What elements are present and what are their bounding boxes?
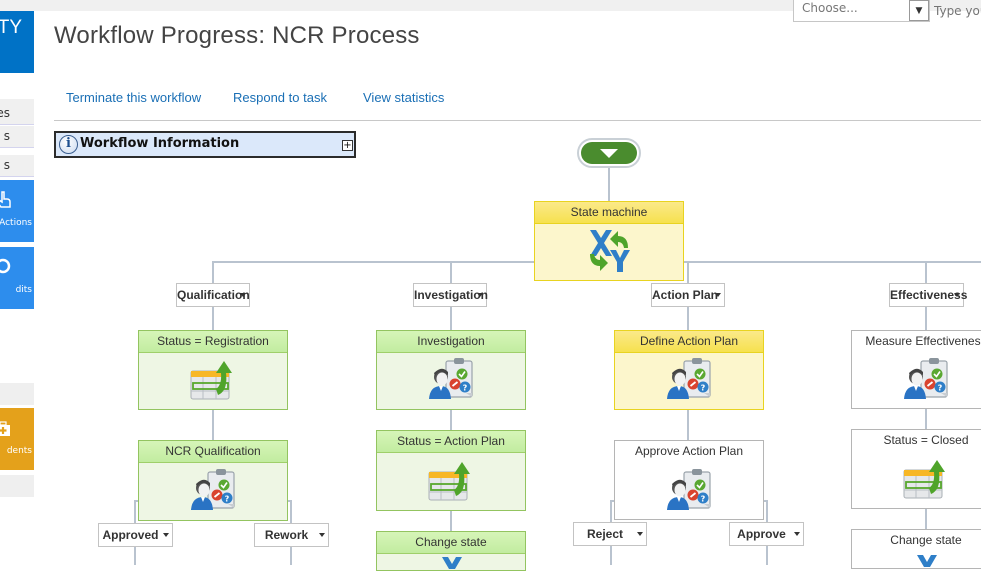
outcome-reject[interactable]: Reject (573, 522, 647, 546)
task-icon (426, 355, 476, 405)
node-title: Approve Action Plan (615, 441, 763, 463)
state-dropdown-investigation[interactable]: Investigation (413, 283, 489, 307)
step-approve-action-plan[interactable]: Approve Action Plan (614, 440, 764, 520)
node-title: Status = Registration (139, 331, 287, 353)
set-status-icon (901, 454, 951, 504)
set-status-icon (426, 456, 476, 506)
outcome-label: Reject (586, 527, 624, 541)
outcome-label: Approved (102, 528, 159, 542)
state-label: Effectiveness (890, 288, 968, 302)
outcome-label: Rework (264, 528, 309, 542)
change-state-icon (427, 555, 477, 575)
node-title: Change state (377, 532, 525, 554)
task-icon (901, 355, 951, 405)
set-status-icon (188, 355, 238, 405)
caret-down-icon (637, 532, 643, 536)
step-define-action-plan[interactable]: Define Action Plan (614, 330, 764, 410)
state-label: Investigation (414, 288, 489, 302)
start-node[interactable] (577, 138, 641, 168)
node-title: Measure Effectiveness (852, 331, 981, 353)
step-ncr-qualification[interactable]: NCR Qualification (138, 440, 288, 521)
node-title: Change state (852, 530, 981, 552)
state-machine-node[interactable]: State machine (534, 201, 684, 281)
step-status-registration[interactable]: Status = Registration (138, 330, 288, 410)
step-change-state[interactable]: Change state (851, 529, 981, 569)
step-change-state[interactable]: Change state (376, 531, 526, 571)
caret-down-icon (794, 532, 800, 536)
connector (687, 261, 689, 283)
caret-down-icon (319, 533, 325, 537)
caret-down-icon (477, 293, 483, 297)
node-title: Status = Action Plan (377, 431, 525, 453)
step-status-closed[interactable]: Status = Closed (851, 429, 981, 509)
chevron-down-icon (600, 149, 618, 158)
caret-down-icon (240, 293, 246, 297)
node-title: State machine (535, 202, 683, 224)
node-title: Investigation (377, 331, 525, 353)
step-status-action-plan[interactable]: Status = Action Plan (376, 430, 526, 511)
state-label: Action Plan (652, 288, 719, 302)
task-icon (664, 355, 714, 405)
connector (925, 261, 927, 283)
state-machine-icon (584, 226, 634, 276)
caret-down-icon (715, 293, 721, 297)
state-dropdown-action-plan[interactable]: Action Plan (651, 283, 725, 307)
outcome-rework[interactable]: Rework (254, 523, 329, 547)
state-dropdown-qualification[interactable]: Qualification (176, 283, 250, 307)
step-measure-effectiveness[interactable]: Measure Effectiveness (851, 330, 981, 409)
node-title: Status = Closed (852, 430, 981, 452)
node-title: NCR Qualification (139, 441, 287, 463)
task-icon (188, 466, 238, 516)
connector (608, 167, 610, 201)
caret-down-icon (954, 293, 960, 297)
state-label: Qualification (177, 288, 250, 302)
connector (450, 261, 452, 283)
node-title: Define Action Plan (615, 331, 763, 353)
outcome-approve[interactable]: Approve (729, 522, 804, 546)
connector (212, 261, 214, 283)
outcome-label: Approve (737, 527, 786, 541)
caret-down-icon (163, 533, 169, 537)
outcome-approved[interactable]: Approved (98, 523, 173, 547)
step-investigation[interactable]: Investigation (376, 330, 526, 410)
change-state-icon (902, 553, 952, 573)
state-dropdown-effectiveness[interactable]: Effectiveness (889, 283, 968, 307)
workflow-diagram: State machine Qualification Investigatio… (0, 0, 981, 571)
task-icon (664, 466, 714, 516)
